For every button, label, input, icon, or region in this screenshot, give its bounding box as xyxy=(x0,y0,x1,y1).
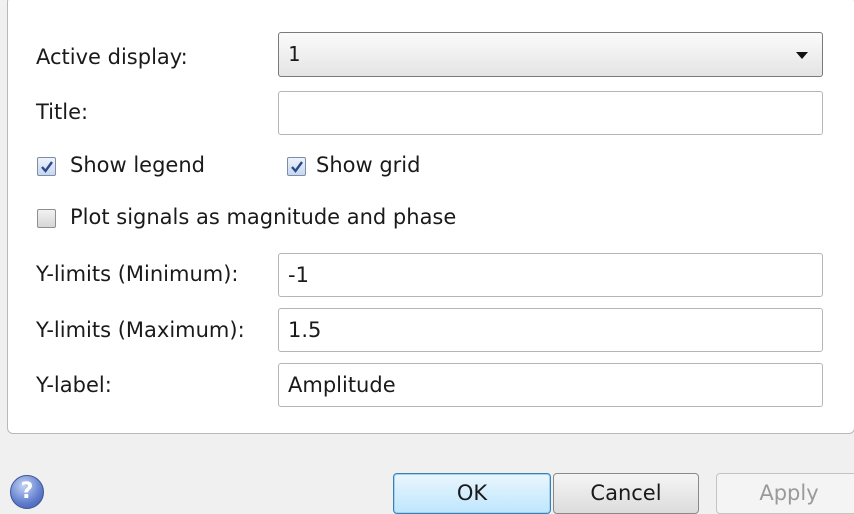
mag-phase-label: Plot signals as magnitude and phase xyxy=(70,205,457,229)
show-legend-checkbox[interactable] xyxy=(37,157,56,176)
properties-panel: Active display: 1 Title: Show legend Sho… xyxy=(7,0,854,434)
mag-phase-checkbox[interactable] xyxy=(37,209,56,228)
apply-button[interactable]: Apply xyxy=(716,473,854,514)
ylabel-field[interactable]: Amplitude xyxy=(278,363,823,407)
show-legend-label: Show legend xyxy=(70,153,205,177)
ymax-label: Y-limits (Maximum): xyxy=(36,318,245,342)
active-display-dropdown[interactable]: 1 xyxy=(278,32,823,77)
checkmark-icon xyxy=(291,161,303,173)
ylabel-label: Y-label: xyxy=(36,373,112,397)
title-label: Title: xyxy=(36,100,89,124)
show-grid-label: Show grid xyxy=(316,153,421,177)
ymin-field[interactable]: -1 xyxy=(278,253,823,297)
ok-button[interactable]: OK xyxy=(393,473,551,514)
cancel-button[interactable]: Cancel xyxy=(553,473,699,514)
active-display-label: Active display: xyxy=(36,45,188,69)
dropdown-arrow-icon xyxy=(796,52,808,59)
checkmark-icon xyxy=(41,161,53,173)
ymin-label: Y-limits (Minimum): xyxy=(36,262,239,286)
help-icon[interactable]: ? xyxy=(10,475,44,509)
title-field[interactable] xyxy=(278,91,823,135)
active-display-value: 1 xyxy=(288,42,301,66)
ymax-field[interactable]: 1.5 xyxy=(278,308,823,352)
show-grid-checkbox[interactable] xyxy=(287,157,306,176)
